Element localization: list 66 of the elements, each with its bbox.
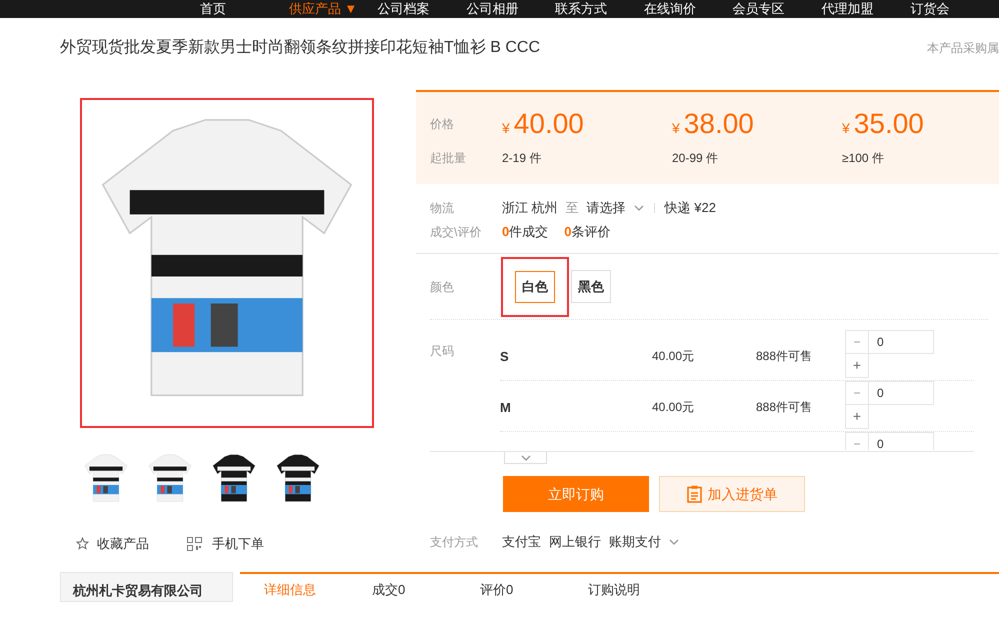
- nav-link[interactable]: 供应产品 ▼: [288, 0, 378, 18]
- nav-link[interactable]: 代理加盟: [821, 0, 910, 18]
- size-price: 40.00元: [652, 400, 694, 414]
- price-value: 35.00: [854, 107, 924, 141]
- shirt-photo-drawing: [83, 453, 129, 505]
- detail-tab[interactable]: 成交0: [372, 580, 480, 602]
- payment-label: 支付方式: [430, 534, 479, 551]
- payment-method: 账期支付: [609, 533, 661, 552]
- nav-link[interactable]: 联系方式: [555, 0, 644, 18]
- notice-text: 本产品采购属: [927, 40, 999, 57]
- deals-label: 成交\评价: [430, 224, 482, 241]
- product-title: 外贸现货批发夏季新款男士时尚翻领条纹拼接印花短袖T恤衫 B CCC: [60, 38, 540, 58]
- detail-tab[interactable]: 订购说明: [588, 580, 696, 602]
- currency-sign: ¥: [502, 119, 510, 138]
- payment-method: 支付宝: [502, 533, 541, 552]
- stock-text: 888件可售: [756, 400, 812, 414]
- shirt-photo-drawing: [211, 453, 257, 505]
- color-option[interactable]: 黑色: [571, 270, 611, 303]
- quantity-range: 2-19 件: [502, 150, 542, 167]
- size-price: 40.00元: [652, 349, 694, 363]
- favorite-link[interactable]: 收藏产品: [97, 534, 149, 554]
- shirt-photo-drawing: [147, 453, 193, 505]
- company-name: 杭州札卡贸易有限公司: [73, 583, 203, 598]
- destination-select[interactable]: 请选择: [586, 198, 644, 218]
- nav-link[interactable]: 在线询价: [644, 0, 733, 18]
- chevron-down-icon: [520, 454, 530, 460]
- increase-button[interactable]: +: [845, 354, 869, 378]
- to-text: 至: [566, 199, 579, 218]
- express-fee: 快递 ¥22: [664, 199, 716, 218]
- mobile-order-link[interactable]: 手机下单: [212, 534, 264, 554]
- quantity-range: 20-99 件: [672, 150, 720, 167]
- nav-link[interactable]: 订货会: [910, 0, 999, 18]
- quantity-label: 起批量: [430, 150, 467, 167]
- stock-text: 888件可售: [756, 349, 812, 363]
- currency-sign: ¥: [672, 119, 680, 138]
- chevron-down-icon: [634, 205, 644, 211]
- quantity-field[interactable]: 0: [869, 330, 934, 354]
- size-name: M: [500, 400, 511, 415]
- size-name: S: [500, 349, 509, 364]
- quantity-field[interactable]: 0: [869, 381, 934, 405]
- currency-sign: ¥: [842, 119, 850, 138]
- origin-text: 浙江 杭州: [502, 199, 558, 218]
- expand-tab[interactable]: [504, 452, 547, 464]
- deal-count: 0件成交: [502, 223, 548, 242]
- nav-link[interactable]: 会员专区: [732, 0, 822, 18]
- detail-tab[interactable]: 评价0: [480, 580, 588, 602]
- price-value: 38.00: [684, 107, 754, 141]
- size-label: 尺码: [430, 343, 455, 360]
- logistics-label: 物流: [430, 200, 455, 217]
- color-option[interactable]: 白色: [515, 270, 555, 302]
- deal-count: 0条评价: [564, 223, 610, 242]
- payment-method: 网上银行: [549, 533, 601, 552]
- quantity-field[interactable]: 0: [869, 432, 934, 450]
- price-value: 40.00: [514, 107, 584, 141]
- nav-link[interactable]: 首页: [200, 0, 289, 18]
- color-label: 颜色: [430, 278, 455, 296]
- shirt-photo-drawing: [275, 453, 321, 505]
- nav-link[interactable]: 公司相册: [466, 0, 556, 18]
- price-label: 价格: [430, 116, 455, 133]
- chevron-down-icon: [669, 539, 679, 545]
- star-icon: [76, 537, 89, 550]
- quantity-range: ≥100 件: [842, 150, 885, 167]
- clipboard-icon: [686, 485, 702, 503]
- nav-link[interactable]: 公司档案: [378, 0, 466, 18]
- qr-code-icon: [187, 536, 202, 551]
- increase-button[interactable]: +: [845, 405, 869, 429]
